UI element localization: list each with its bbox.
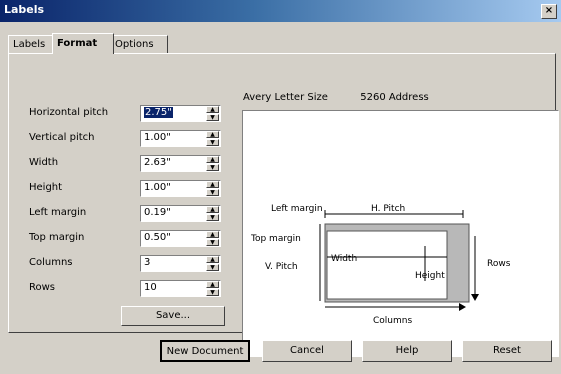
cancel-label: Cancel <box>290 345 324 356</box>
spin-buttons: ▲ ▼ <box>206 156 220 171</box>
columns-value: 3 <box>144 257 151 268</box>
spin-buttons: ▲ ▼ <box>206 106 220 121</box>
width-label: Width <box>29 157 59 168</box>
rows-label: Rows <box>29 282 56 293</box>
rows-text: Rows <box>487 259 511 269</box>
spin-down-icon[interactable]: ▼ <box>206 264 219 271</box>
horizontal-pitch-spinner[interactable]: 2.75" ▲ ▼ <box>140 105 221 122</box>
columns-text: Columns <box>373 316 412 326</box>
columns-label: Columns <box>29 257 73 268</box>
left-margin-spinner[interactable]: 0.19" ▲ ▼ <box>140 205 221 222</box>
reset-label: Reset <box>493 345 521 356</box>
label-area-shape <box>326 230 448 300</box>
width-value: 2.63" <box>144 157 171 168</box>
h-pitch-text: H. Pitch <box>371 204 405 214</box>
spin-down-icon[interactable]: ▼ <box>206 139 219 146</box>
spin-up-icon[interactable]: ▲ <box>206 106 219 113</box>
width-spinner[interactable]: 2.63" ▲ ▼ <box>140 155 221 172</box>
tab-format[interactable]: Format <box>52 33 114 54</box>
tab-label: Labels <box>13 39 46 50</box>
save-button-label: Save... <box>155 310 191 321</box>
height-text: Height <box>415 271 445 281</box>
left-margin-label: Left margin <box>29 207 87 218</box>
rows-arrowhead <box>471 294 479 301</box>
dialog-body: Labels Format Options Horizontal pitch 2… <box>0 22 561 374</box>
left-margin-value: 0.19" <box>144 207 171 218</box>
tab-labels[interactable]: Labels <box>8 35 58 53</box>
spin-down-icon[interactable]: ▼ <box>206 214 219 221</box>
spin-up-icon[interactable]: ▲ <box>206 156 219 163</box>
height-label: Height <box>29 182 63 193</box>
vertical-pitch-label: Vertical pitch <box>29 132 95 143</box>
close-button[interactable]: × <box>541 4 557 19</box>
title-bar: Labels × <box>0 0 561 22</box>
spin-down-icon[interactable]: ▼ <box>206 164 219 171</box>
tab-options[interactable]: Options <box>110 35 168 53</box>
spin-up-icon[interactable]: ▲ <box>206 281 219 288</box>
spin-buttons: ▲ ▼ <box>206 281 220 296</box>
close-icon: × <box>544 5 554 16</box>
cancel-button[interactable]: Cancel <box>262 340 352 362</box>
help-button[interactable]: Help <box>362 340 452 362</box>
left-margin-text: Left margin <box>271 204 323 214</box>
save-button[interactable]: Save... <box>121 306 225 326</box>
horizontal-pitch-value: 2.75" <box>144 107 173 118</box>
spin-down-icon[interactable]: ▼ <box>206 189 219 196</box>
height-value: 1.00" <box>144 182 171 193</box>
tab-label: Options <box>115 39 154 50</box>
label-layout-diagram: Left margin H. Pitch Top margin V. Pitch… <box>250 204 511 326</box>
top-margin-text: Top margin <box>250 234 301 244</box>
new-document-button[interactable]: New Document <box>160 340 250 362</box>
preview-caption: Avery Letter Size 5260 Address <box>243 92 429 103</box>
columns-arrowhead <box>459 303 466 311</box>
spin-up-icon[interactable]: ▲ <box>206 181 219 188</box>
spin-buttons: ▲ ▼ <box>206 231 220 246</box>
label-brand: Avery Letter Size <box>243 92 328 103</box>
width-text: Width <box>331 254 357 264</box>
new-document-label: New Document <box>166 346 244 357</box>
columns-spinner[interactable]: 3 ▲ ▼ <box>140 255 221 272</box>
spin-up-icon[interactable]: ▲ <box>206 231 219 238</box>
tab-label: Format <box>57 38 98 49</box>
spin-buttons: ▲ ▼ <box>206 206 220 221</box>
top-margin-spinner[interactable]: 0.50" ▲ ▼ <box>140 230 221 247</box>
rows-value: 10 <box>144 282 157 293</box>
spin-down-icon[interactable]: ▼ <box>206 239 219 246</box>
format-panel: Horizontal pitch 2.75" ▲ ▼ Vertical pitc… <box>8 53 559 357</box>
top-margin-label: Top margin <box>29 232 85 243</box>
vertical-pitch-spinner[interactable]: 1.00" ▲ ▼ <box>140 130 221 147</box>
spin-up-icon[interactable]: ▲ <box>206 256 219 263</box>
help-label: Help <box>395 345 419 356</box>
label-preview: Left margin H. Pitch Top margin V. Pitch… <box>242 110 559 357</box>
reset-button[interactable]: Reset <box>462 340 552 362</box>
rows-spinner[interactable]: 10 ▲ ▼ <box>140 280 221 297</box>
spin-up-icon[interactable]: ▲ <box>206 131 219 138</box>
top-margin-value: 0.50" <box>144 232 171 243</box>
label-type: 5260 Address <box>360 92 429 103</box>
window-title: Labels <box>4 3 45 16</box>
spin-buttons: ▲ ▼ <box>206 131 220 146</box>
vertical-pitch-value: 1.00" <box>144 132 171 143</box>
horizontal-pitch-label: Horizontal pitch <box>29 107 109 118</box>
v-pitch-text: V. Pitch <box>265 262 298 272</box>
spin-buttons: ▲ ▼ <box>206 256 220 271</box>
spin-down-icon[interactable]: ▼ <box>206 289 219 296</box>
spin-buttons: ▲ ▼ <box>206 181 220 196</box>
spin-up-icon[interactable]: ▲ <box>206 206 219 213</box>
spin-down-icon[interactable]: ▼ <box>206 114 219 121</box>
height-spinner[interactable]: 1.00" ▲ ▼ <box>140 180 221 197</box>
